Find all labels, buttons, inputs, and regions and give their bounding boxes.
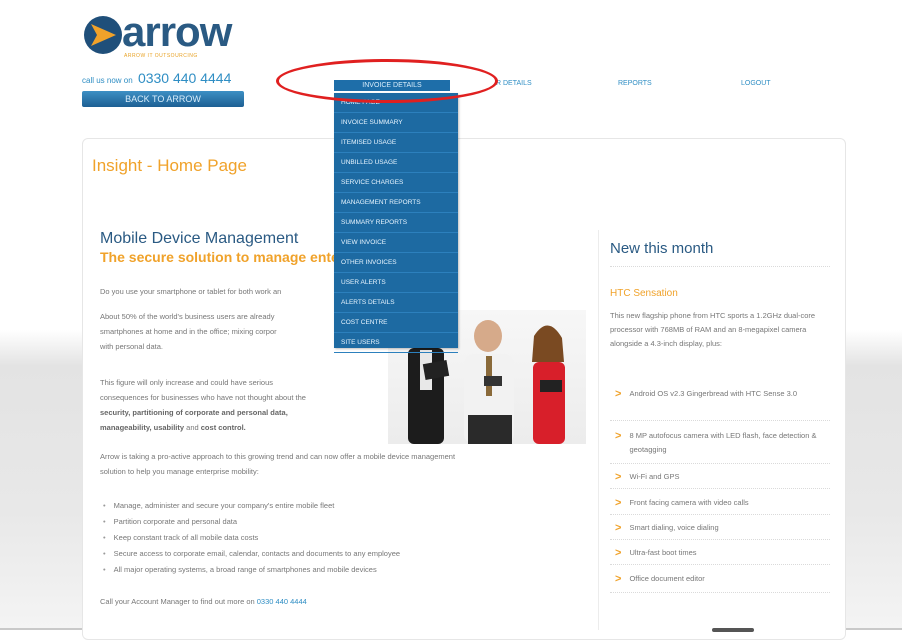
menu-item-invoice-summary[interactable]: INVOICE SUMMARY: [334, 113, 458, 133]
paragraph-3-line: This figure will only increase and could…: [100, 378, 274, 387]
list-item: All major operating systems, a broad ran…: [103, 562, 400, 578]
logo-wordmark: arrow: [122, 8, 232, 55]
feature-bullet-list: Manage, administer and secure your compa…: [103, 498, 400, 578]
feature-text: Ultra-fast boot times: [629, 548, 697, 557]
menu-item-summary-reports[interactable]: SUMMARY REPORTS: [334, 213, 458, 233]
call-account-manager: Call your Account Manager to find out mo…: [100, 597, 307, 606]
menu-item-itemised-usage[interactable]: ITEMISED USAGE: [334, 133, 458, 153]
chevron-right-icon: >: [615, 573, 622, 585]
feature-text: Smart dialing, voice dialing: [629, 523, 719, 532]
nav-logout[interactable]: LOGOUT: [741, 80, 771, 87]
feature-text: 8 MP autofocus camera with LED flash, fa…: [629, 431, 817, 454]
menu-item-site-users[interactable]: SITE USERS: [334, 333, 458, 353]
menu-item-cost-centre[interactable]: COST CENTRE: [334, 313, 458, 333]
list-item: Secure access to corporate email, calend…: [103, 546, 400, 562]
mdm-subheading: The secure solution to manage enterpris: [100, 249, 370, 265]
product-description: This new flagship phone from HTC sports …: [610, 311, 816, 348]
divider: [610, 514, 830, 515]
nav-reports[interactable]: REPORTS: [618, 80, 652, 87]
paragraph-4-line: solution to help you manage enterprise m…: [100, 467, 259, 476]
paragraph-4: Arrow is taking a pro-active approach to…: [100, 449, 455, 479]
feature-text: Office document editor: [629, 574, 705, 583]
feature-item: > Smart dialing, voice dialing: [615, 521, 830, 536]
feature-item: >8 MP autofocus camera with LED flash, f…: [615, 429, 830, 457]
call-us-prefix: call us now on: [82, 76, 133, 85]
page-title: Insight - Home Page: [92, 156, 247, 175]
divider: [610, 488, 830, 489]
mdm-heading: Mobile Device Management: [100, 230, 299, 247]
feature-item: > Front facing camera with video calls: [615, 496, 830, 511]
menu-item-alerts-details[interactable]: ALERTS DETAILS: [334, 293, 458, 313]
divider: [610, 420, 830, 421]
call-account-manager-text: Call your Account Manager to find out mo…: [100, 597, 255, 606]
chevron-right-icon: >: [615, 430, 622, 442]
invoice-details-dropdown: HOME PAGE INVOICE SUMMARY ITEMISED USAGE…: [334, 93, 458, 353]
nav-partial-details[interactable]: R DETAILS: [496, 80, 532, 87]
paragraph-2-line: with personal data.: [100, 342, 163, 351]
menu-item-management-reports[interactable]: MANAGEMENT REPORTS: [334, 193, 458, 213]
scrollbar-thumb[interactable]: [712, 628, 754, 632]
divider: [610, 564, 830, 565]
call-account-manager-number[interactable]: 0330 440 4444: [257, 597, 307, 606]
feature-item: > Ultra-fast boot times: [615, 546, 830, 561]
back-to-arrow-button[interactable]: BACK TO ARROW: [82, 91, 244, 107]
paragraph-1: Do you use your smartphone or tablet for…: [100, 287, 282, 296]
paragraph-4-line: Arrow is taking a pro-active approach to…: [100, 452, 456, 461]
paragraph-3-bold: manageability, usability: [100, 423, 185, 432]
menu-item-other-invoices[interactable]: OTHER INVOICES: [334, 253, 458, 273]
logo-tagline: ARROW IT OUTSOURCING: [124, 53, 198, 59]
divider: [610, 539, 830, 540]
paragraph-3: This figure will only increase and could…: [100, 375, 306, 435]
highlight-ellipse: [276, 59, 498, 103]
paragraph-3-bold: security, partitioning of corporate and …: [100, 408, 288, 417]
paragraph-3-bold: cost control.: [200, 423, 246, 432]
divider: [610, 266, 830, 267]
menu-item-service-charges[interactable]: SERVICE CHARGES: [334, 173, 458, 193]
feature-item: > Office document editor: [615, 572, 830, 587]
chevron-right-icon: >: [615, 388, 622, 400]
paragraph-2-line: smartphones at home and in the office; m…: [100, 327, 277, 336]
feature-item: > Wi-Fi and GPS: [615, 470, 830, 485]
menu-item-unbilled-usage[interactable]: UNBILLED USAGE: [334, 153, 458, 173]
feature-text: Android OS v2.3 Gingerbread with HTC Sen…: [629, 389, 798, 398]
menu-item-user-alerts[interactable]: USER ALERTS: [334, 273, 458, 293]
feature-text: Front facing camera with video calls: [629, 498, 749, 507]
chevron-right-icon: >: [615, 522, 622, 534]
list-item: Manage, administer and secure your compa…: [103, 498, 400, 514]
arrow-logo[interactable]: arrow ARROW IT OUTSOURCING: [82, 8, 252, 60]
paragraph-3-line: consequences for businesses who have not…: [100, 393, 306, 402]
product-title[interactable]: HTC Sensation: [610, 288, 678, 299]
paragraph-2-line: About 50% of the world's business users …: [100, 312, 275, 321]
new-this-month-title: New this month: [610, 240, 714, 257]
list-item: Partition corporate and personal data: [103, 514, 400, 530]
paragraph-3-and: and: [186, 423, 199, 432]
divider: [610, 592, 830, 593]
list-item: Keep constant track of all mobile data c…: [103, 530, 400, 546]
feature-item: > Android OS v2.3 Gingerbread with HTC Se…: [615, 387, 830, 402]
feature-text: Wi-Fi and GPS: [629, 472, 680, 481]
divider: [610, 463, 830, 464]
chevron-right-icon: >: [615, 471, 622, 483]
chevron-right-icon: >: [615, 497, 622, 509]
arrow-logo-icon: [84, 16, 122, 54]
menu-item-view-invoice[interactable]: VIEW INVOICE: [334, 233, 458, 253]
paragraph-2: About 50% of the world's business users …: [100, 309, 277, 354]
chevron-right-icon: >: [615, 547, 622, 559]
call-us-line: call us now on 0330 440 4444: [82, 70, 231, 86]
call-us-phone: 0330 440 4444: [137, 70, 232, 86]
sidebar-divider: [598, 230, 599, 630]
